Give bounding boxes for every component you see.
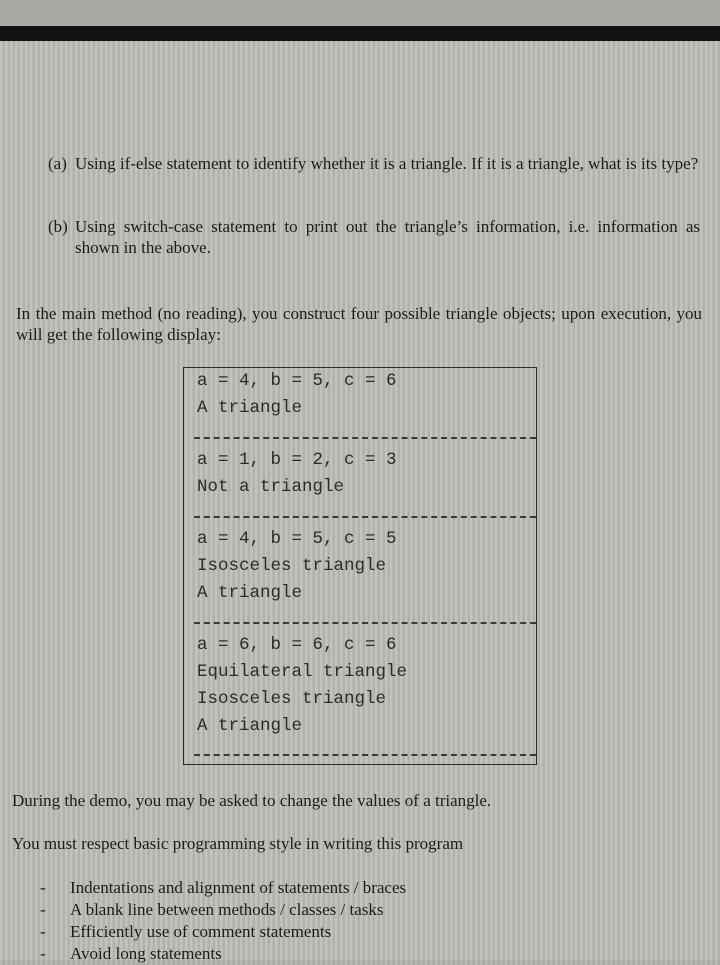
style-rules-list: - Indentations and alignment of statemen… [40,877,540,965]
item-text: Using if-else statement to identify whet… [75,154,699,173]
list-item: - A blank line between methods / classes… [40,899,540,921]
output-line: A triangle [197,398,303,418]
dashed-separator [194,754,536,756]
list-item-text: Avoid long statements [70,944,222,963]
intro-paragraph: In the main method (no reading), you con… [16,304,702,344]
output-line: a = 4, b = 5, c = 6 [197,371,397,391]
console-output-box: a = 4, b = 5, c = 6 A triangle a = 1, b … [183,367,537,765]
dashed-separator [194,622,536,624]
output-line: a = 4, b = 5, c = 5 [197,529,397,549]
task-item-b: (b) Using switch-case statement to print… [48,216,700,258]
item-marker: (a) [48,154,67,173]
dashed-separator [194,516,536,518]
list-item: - Efficiently use of comment statements [40,921,540,943]
output-block: a = 4, b = 5, c = 5 Isosceles triangle A… [197,526,537,607]
output-line: Isosceles triangle [197,556,387,576]
list-item-text: A blank line between methods / classes /… [70,900,384,919]
output-line: Equilateral triangle [197,662,408,682]
output-block: a = 4, b = 5, c = 6 A triangle [197,368,537,422]
bullet-dash: - [40,900,46,919]
task-item-a: (a) Using if-else statement to identify … [48,153,700,174]
output-line: Isosceles triangle [197,689,387,709]
list-item: - Avoid long statements [40,943,540,965]
bullet-dash: - [40,878,46,897]
window-title-bar [0,26,720,41]
dashed-separator [194,437,536,439]
bullet-dash: - [40,944,46,963]
item-text: Using switch-case statement to print out… [75,217,700,257]
output-line: Not a triangle [197,477,345,497]
list-item: - Indentations and alignment of statemen… [40,877,540,899]
output-block: a = 1, b = 2, c = 3 Not a triangle [197,447,537,501]
output-line: A triangle [197,716,303,736]
style-note: You must respect basic programming style… [12,834,464,853]
demo-note: During the demo, you may be asked to cha… [12,791,492,810]
output-line: A triangle [197,583,303,603]
monitor-bezel-area [0,0,720,26]
list-item-text: Indentations and alignment of statements… [70,878,407,897]
output-line: a = 6, b = 6, c = 6 [197,635,397,655]
bullet-dash: - [40,922,46,941]
list-item-text: Efficiently use of comment statements [70,922,332,941]
output-block: a = 6, b = 6, c = 6 Equilateral triangle… [197,632,537,740]
output-line: a = 1, b = 2, c = 3 [197,450,397,470]
item-marker: (b) [48,217,68,236]
